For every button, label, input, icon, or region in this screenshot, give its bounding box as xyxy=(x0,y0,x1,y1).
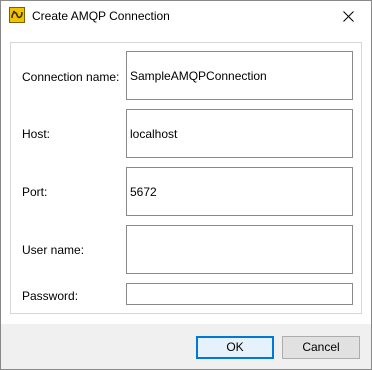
amqp-app-icon xyxy=(9,7,25,23)
host-field[interactable] xyxy=(126,109,353,158)
port-field[interactable] xyxy=(126,167,353,216)
user-name-label: User name: xyxy=(22,243,85,257)
dialog-footer: OK Cancel xyxy=(1,324,371,369)
connection-form-panel: Connection name: Host: Port: User name: … xyxy=(10,42,362,314)
title-bar[interactable]: Create AMQP Connection xyxy=(1,1,371,32)
connection-name-label: Connection name: xyxy=(22,70,120,84)
user-name-field[interactable] xyxy=(126,225,353,274)
close-button[interactable] xyxy=(326,1,371,32)
cancel-button[interactable]: Cancel xyxy=(282,336,360,359)
password-field[interactable] xyxy=(126,283,353,305)
connection-name-field[interactable] xyxy=(126,51,353,100)
close-icon xyxy=(343,11,354,22)
port-label: Port: xyxy=(22,185,48,199)
dialog-window: Create AMQP Connection Connection name: … xyxy=(0,0,372,370)
ok-button[interactable]: OK xyxy=(196,336,274,359)
password-label: Password: xyxy=(22,289,79,303)
window-title: Create AMQP Connection xyxy=(32,9,170,23)
host-label: Host: xyxy=(22,127,51,141)
